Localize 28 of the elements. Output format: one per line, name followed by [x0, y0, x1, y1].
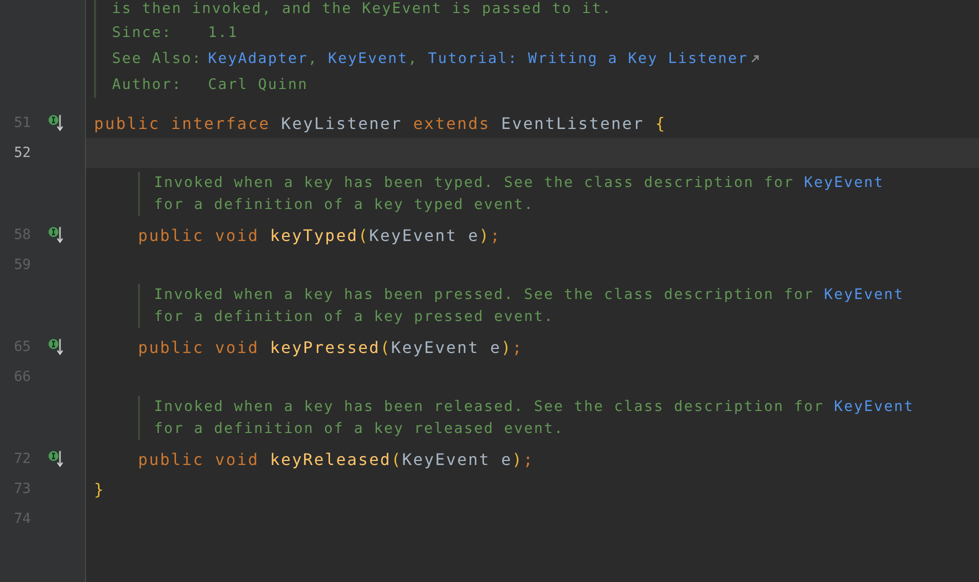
implementation-marker-icon[interactable]	[48, 226, 63, 244]
tag-label: See Also:	[112, 51, 203, 67]
doc-text: is then invoked, and the KeyEvent is passed to it.	[112, 0, 613, 19]
doc-link[interactable]: KeyEvent	[834, 399, 914, 415]
code-line: public interface KeyListener extends EventListener {	[94, 114, 666, 132]
tag-value: 1.1	[208, 25, 239, 41]
code-line: }	[94, 480, 106, 498]
doc-comment: Invoked when a key has been released. See the class description for KeyEvent for a definition of a key released event.	[138, 396, 914, 440]
doc-comment: Invoked when a key has been pressed. See the class description for KeyEvent for a definition of a key pressed event.	[138, 284, 904, 328]
code-line: public void keyPressed(KeyEvent e);	[138, 338, 524, 356]
tag-label: Since:	[112, 25, 173, 41]
doc-link[interactable]: Tutorial: Writing a Key Listener	[428, 51, 748, 67]
separator: ,	[408, 51, 418, 67]
tag-label: Author:	[112, 77, 183, 93]
external-link-icon	[751, 55, 759, 63]
code-line: public void keyTyped(KeyEvent e);	[138, 226, 502, 244]
implementation-marker-icon[interactable]	[48, 450, 63, 468]
tag-value: Carl Quinn	[208, 77, 309, 93]
implementation-marker-icon[interactable]	[48, 114, 63, 132]
doc-link[interactable]: KeyEvent	[824, 287, 904, 303]
doc-comment: Invoked when a key has been typed. See the class description for KeyEvent for a definition of a key typed event.	[138, 172, 884, 216]
doc-link[interactable]: KeyEvent	[328, 51, 408, 67]
implementation-marker-icon[interactable]	[48, 338, 63, 356]
line-number: 52	[14, 145, 32, 161]
separator: ,	[308, 51, 318, 67]
code-line: public void keyReleased(KeyEvent e);	[138, 450, 534, 468]
doc-link[interactable]: KeyAdapter	[208, 51, 308, 67]
doc-link[interactable]: KeyEvent	[804, 175, 884, 191]
